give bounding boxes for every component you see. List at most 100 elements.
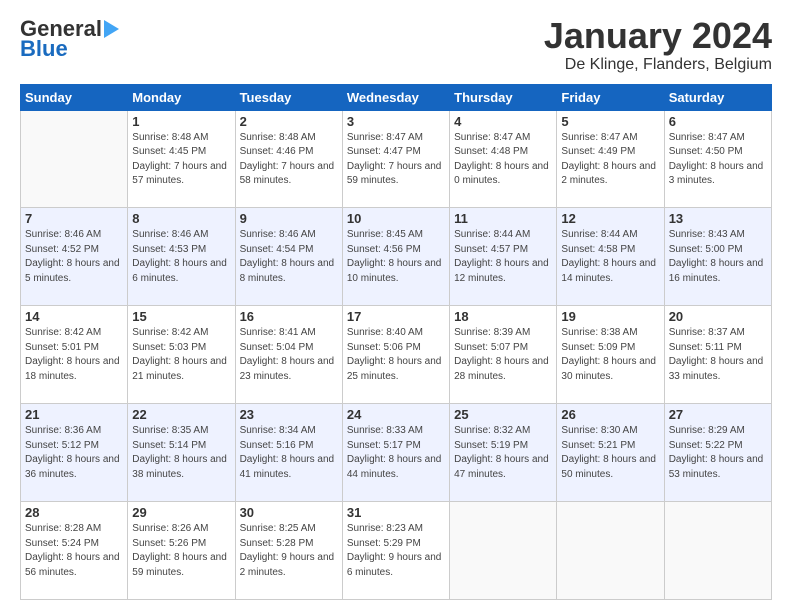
day-info: Sunrise: 8:46 AMSunset: 4:52 PMDaylight:…: [25, 229, 120, 284]
day-info: Sunrise: 8:46 AMSunset: 4:54 PMDaylight:…: [240, 229, 335, 284]
calendar-cell: 21 Sunrise: 8:36 AMSunset: 5:12 PMDaylig…: [21, 404, 128, 502]
day-number: 29: [132, 505, 230, 520]
day-info: Sunrise: 8:48 AMSunset: 4:45 PMDaylight:…: [132, 132, 227, 187]
calendar-body: 1 Sunrise: 8:48 AMSunset: 4:45 PMDayligh…: [21, 110, 772, 599]
day-number: 1: [132, 114, 230, 129]
calendar-cell: 8 Sunrise: 8:46 AMSunset: 4:53 PMDayligh…: [128, 208, 235, 306]
day-info: Sunrise: 8:34 AMSunset: 5:16 PMDaylight:…: [240, 425, 335, 480]
calendar-week-row: 21 Sunrise: 8:36 AMSunset: 5:12 PMDaylig…: [21, 404, 772, 502]
logo: General Blue: [20, 16, 119, 62]
th-sunday: Sunday: [21, 84, 128, 110]
day-number: 8: [132, 211, 230, 226]
day-info: Sunrise: 8:29 AMSunset: 5:22 PMDaylight:…: [669, 425, 764, 480]
calendar-cell: 16 Sunrise: 8:41 AMSunset: 5:04 PMDaylig…: [235, 306, 342, 404]
day-number: 7: [25, 211, 123, 226]
th-wednesday: Wednesday: [342, 84, 449, 110]
day-info: Sunrise: 8:43 AMSunset: 5:00 PMDaylight:…: [669, 229, 764, 284]
calendar-cell: 10 Sunrise: 8:45 AMSunset: 4:56 PMDaylig…: [342, 208, 449, 306]
calendar-cell: 26 Sunrise: 8:30 AMSunset: 5:21 PMDaylig…: [557, 404, 664, 502]
day-number: 31: [347, 505, 445, 520]
calendar-cell: 23 Sunrise: 8:34 AMSunset: 5:16 PMDaylig…: [235, 404, 342, 502]
header: General Blue January 2024 De Klinge, Fla…: [20, 16, 772, 74]
calendar-week-row: 1 Sunrise: 8:48 AMSunset: 4:45 PMDayligh…: [21, 110, 772, 208]
day-number: 16: [240, 309, 338, 324]
day-info: Sunrise: 8:48 AMSunset: 4:46 PMDaylight:…: [240, 132, 335, 187]
calendar-cell: 5 Sunrise: 8:47 AMSunset: 4:49 PMDayligh…: [557, 110, 664, 208]
calendar-cell: 9 Sunrise: 8:46 AMSunset: 4:54 PMDayligh…: [235, 208, 342, 306]
day-info: Sunrise: 8:39 AMSunset: 5:07 PMDaylight:…: [454, 327, 549, 382]
calendar-cell: 27 Sunrise: 8:29 AMSunset: 5:22 PMDaylig…: [664, 404, 771, 502]
day-info: Sunrise: 8:40 AMSunset: 5:06 PMDaylight:…: [347, 327, 442, 382]
calendar-cell: 20 Sunrise: 8:37 AMSunset: 5:11 PMDaylig…: [664, 306, 771, 404]
day-info: Sunrise: 8:36 AMSunset: 5:12 PMDaylight:…: [25, 425, 120, 480]
calendar-cell: 30 Sunrise: 8:25 AMSunset: 5:28 PMDaylig…: [235, 502, 342, 600]
day-number: 24: [347, 407, 445, 422]
day-number: 13: [669, 211, 767, 226]
day-number: 23: [240, 407, 338, 422]
day-number: 12: [561, 211, 659, 226]
page: General Blue January 2024 De Klinge, Fla…: [0, 0, 792, 612]
day-info: Sunrise: 8:26 AMSunset: 5:26 PMDaylight:…: [132, 523, 227, 578]
calendar-cell: 25 Sunrise: 8:32 AMSunset: 5:19 PMDaylig…: [450, 404, 557, 502]
title-block: January 2024 De Klinge, Flanders, Belgiu…: [544, 16, 772, 74]
day-info: Sunrise: 8:41 AMSunset: 5:04 PMDaylight:…: [240, 327, 335, 382]
calendar-cell: 4 Sunrise: 8:47 AMSunset: 4:48 PMDayligh…: [450, 110, 557, 208]
day-number: 4: [454, 114, 552, 129]
th-friday: Friday: [557, 84, 664, 110]
day-number: 2: [240, 114, 338, 129]
calendar-cell: 15 Sunrise: 8:42 AMSunset: 5:03 PMDaylig…: [128, 306, 235, 404]
day-number: 14: [25, 309, 123, 324]
day-info: Sunrise: 8:37 AMSunset: 5:11 PMDaylight:…: [669, 327, 764, 382]
calendar-cell: 14 Sunrise: 8:42 AMSunset: 5:01 PMDaylig…: [21, 306, 128, 404]
day-number: 19: [561, 309, 659, 324]
day-info: Sunrise: 8:30 AMSunset: 5:21 PMDaylight:…: [561, 425, 656, 480]
day-number: 21: [25, 407, 123, 422]
calendar-week-row: 28 Sunrise: 8:28 AMSunset: 5:24 PMDaylig…: [21, 502, 772, 600]
day-info: Sunrise: 8:44 AMSunset: 4:57 PMDaylight:…: [454, 229, 549, 284]
calendar-cell: [450, 502, 557, 600]
calendar-cell: 2 Sunrise: 8:48 AMSunset: 4:46 PMDayligh…: [235, 110, 342, 208]
day-info: Sunrise: 8:38 AMSunset: 5:09 PMDaylight:…: [561, 327, 656, 382]
th-saturday: Saturday: [664, 84, 771, 110]
day-number: 17: [347, 309, 445, 324]
day-info: Sunrise: 8:47 AMSunset: 4:50 PMDaylight:…: [669, 132, 764, 187]
day-number: 26: [561, 407, 659, 422]
calendar-cell: 17 Sunrise: 8:40 AMSunset: 5:06 PMDaylig…: [342, 306, 449, 404]
day-number: 15: [132, 309, 230, 324]
day-number: 3: [347, 114, 445, 129]
calendar-cell: 19 Sunrise: 8:38 AMSunset: 5:09 PMDaylig…: [557, 306, 664, 404]
calendar-cell: 11 Sunrise: 8:44 AMSunset: 4:57 PMDaylig…: [450, 208, 557, 306]
day-info: Sunrise: 8:23 AMSunset: 5:29 PMDaylight:…: [347, 523, 442, 578]
day-info: Sunrise: 8:33 AMSunset: 5:17 PMDaylight:…: [347, 425, 442, 480]
calendar-cell: [21, 110, 128, 208]
th-monday: Monday: [128, 84, 235, 110]
calendar-cell: 29 Sunrise: 8:26 AMSunset: 5:26 PMDaylig…: [128, 502, 235, 600]
calendar-cell: [664, 502, 771, 600]
day-number: 9: [240, 211, 338, 226]
day-number: 30: [240, 505, 338, 520]
day-number: 28: [25, 505, 123, 520]
calendar-title: January 2024: [544, 16, 772, 56]
calendar-cell: 13 Sunrise: 8:43 AMSunset: 5:00 PMDaylig…: [664, 208, 771, 306]
day-info: Sunrise: 8:47 AMSunset: 4:47 PMDaylight:…: [347, 132, 442, 187]
day-info: Sunrise: 8:44 AMSunset: 4:58 PMDaylight:…: [561, 229, 656, 284]
day-info: Sunrise: 8:35 AMSunset: 5:14 PMDaylight:…: [132, 425, 227, 480]
calendar-subtitle: De Klinge, Flanders, Belgium: [544, 56, 772, 74]
calendar-week-row: 7 Sunrise: 8:46 AMSunset: 4:52 PMDayligh…: [21, 208, 772, 306]
header-row: Sunday Monday Tuesday Wednesday Thursday…: [21, 84, 772, 110]
day-info: Sunrise: 8:46 AMSunset: 4:53 PMDaylight:…: [132, 229, 227, 284]
day-number: 27: [669, 407, 767, 422]
day-info: Sunrise: 8:28 AMSunset: 5:24 PMDaylight:…: [25, 523, 120, 578]
calendar-cell: 28 Sunrise: 8:28 AMSunset: 5:24 PMDaylig…: [21, 502, 128, 600]
day-number: 20: [669, 309, 767, 324]
calendar-cell: 7 Sunrise: 8:46 AMSunset: 4:52 PMDayligh…: [21, 208, 128, 306]
calendar-cell: 12 Sunrise: 8:44 AMSunset: 4:58 PMDaylig…: [557, 208, 664, 306]
calendar-cell: 3 Sunrise: 8:47 AMSunset: 4:47 PMDayligh…: [342, 110, 449, 208]
day-info: Sunrise: 8:25 AMSunset: 5:28 PMDaylight:…: [240, 523, 335, 578]
day-number: 11: [454, 211, 552, 226]
calendar-cell: 18 Sunrise: 8:39 AMSunset: 5:07 PMDaylig…: [450, 306, 557, 404]
day-number: 25: [454, 407, 552, 422]
calendar-cell: 31 Sunrise: 8:23 AMSunset: 5:29 PMDaylig…: [342, 502, 449, 600]
day-info: Sunrise: 8:47 AMSunset: 4:48 PMDaylight:…: [454, 132, 549, 187]
day-info: Sunrise: 8:47 AMSunset: 4:49 PMDaylight:…: [561, 132, 656, 187]
